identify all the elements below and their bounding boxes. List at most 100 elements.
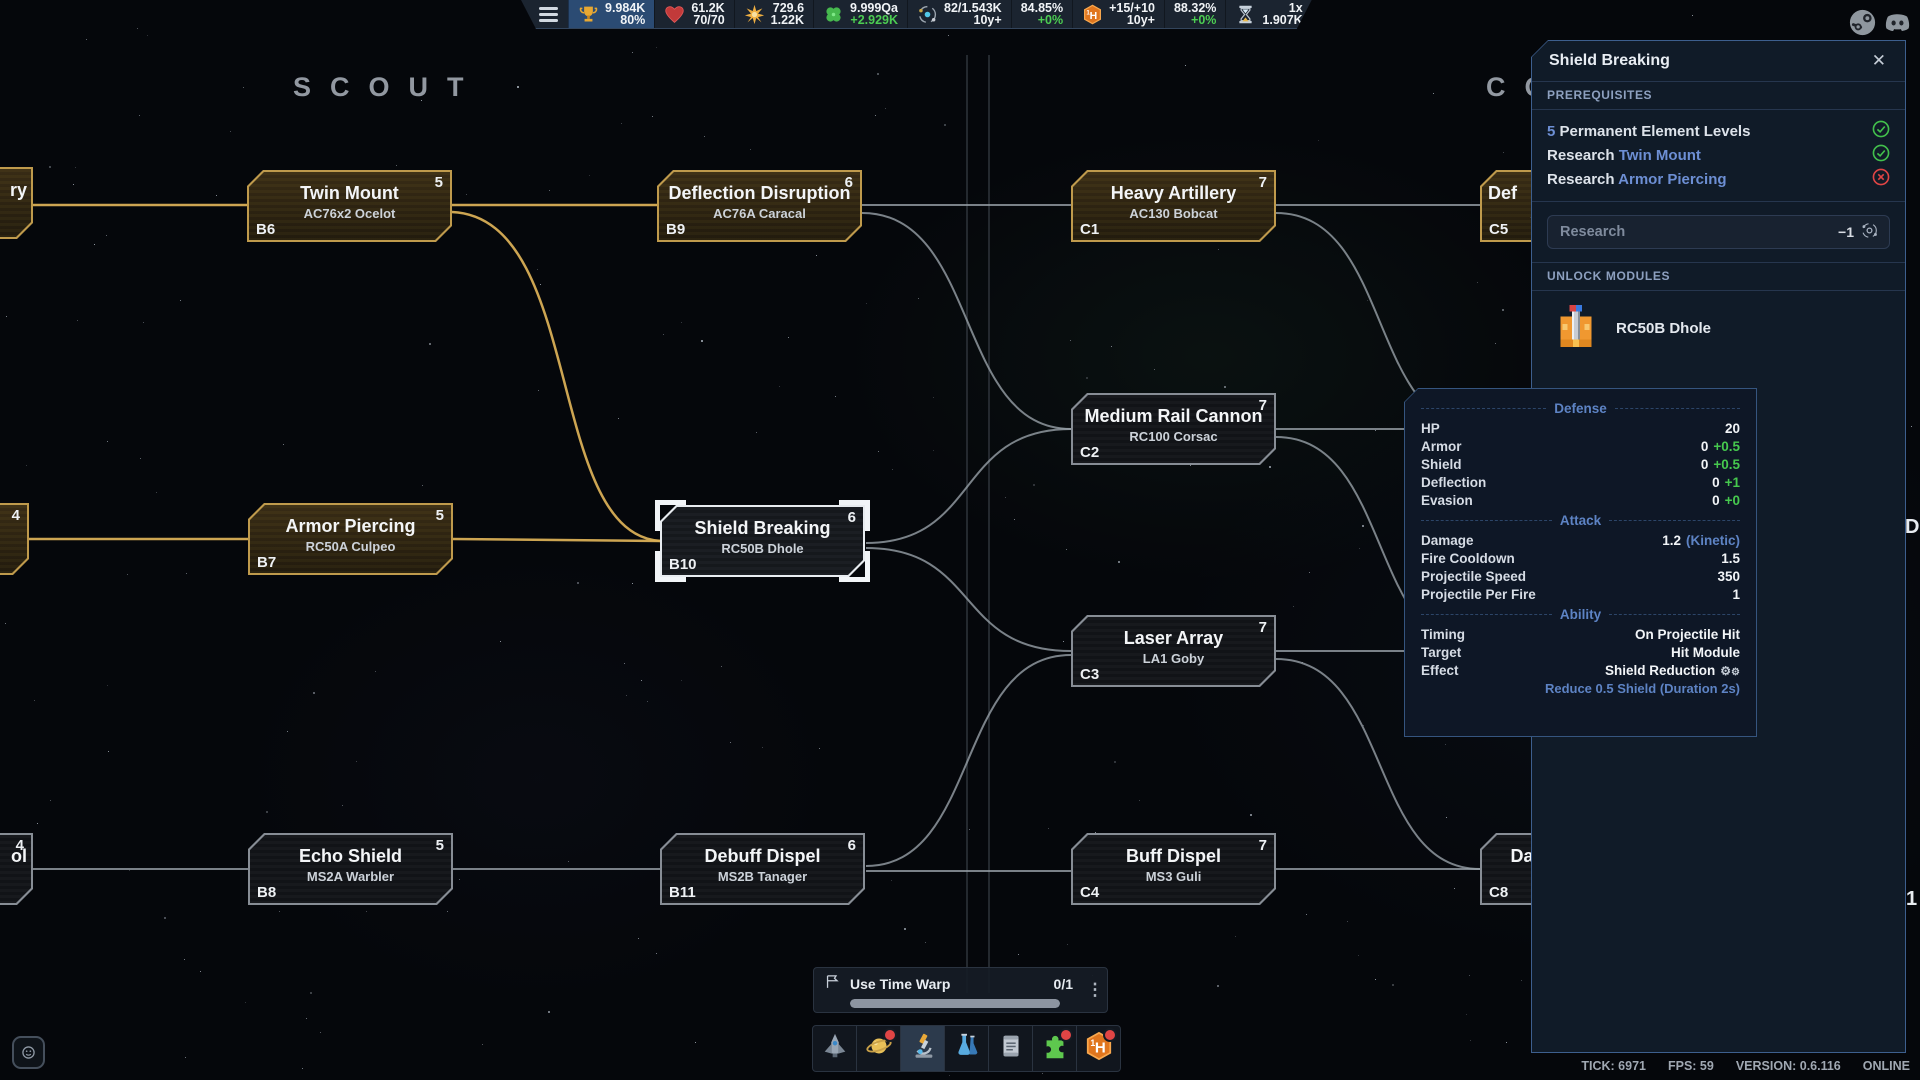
resource-stat-burst[interactable]: 729.61.22K [734, 0, 813, 28]
system-icons [1847, 7, 1913, 38]
stat-row: Deflection0+1 [1421, 473, 1740, 491]
trophy-icon [578, 4, 599, 25]
resource-stat-percent[interactable]: 88.32%+0% [1164, 0, 1225, 28]
use-time-warp-button[interactable]: Use Time Warp 0/1 [814, 968, 1083, 1012]
node-id: C5 [1489, 221, 1508, 238]
offscreen-node-fragment: 1 [1906, 888, 1917, 911]
tech-node-C2[interactable]: Medium Rail CannonRC100 Corsac7C2 [1071, 393, 1276, 465]
time-warp-bar: Use Time Warp 0/1 ⋮ [813, 967, 1108, 1013]
resource-stat-percent[interactable]: 84.85%+0% [1011, 0, 1072, 28]
node-title: Echo Shield [248, 846, 453, 867]
time-warp-progress [850, 999, 1060, 1008]
node-subtitle: MS2B Tanager [660, 869, 865, 884]
stat-sub: 80% [620, 14, 645, 27]
tech-node-B10[interactable]: Shield BreakingRC50B Dhole6B10 [660, 505, 865, 577]
tech-node-B6[interactable]: Twin MountAC76x2 Ocelot5B6 [247, 170, 452, 242]
resource-stat-orbit[interactable]: 82/1.543K10y+ [907, 0, 1011, 28]
status-bar: TICK: 6971 FPS: 59 VERSION: 0.6.116 ONLI… [1581, 1059, 1910, 1073]
tech-node-B8[interactable]: Echo ShieldMS2A Warbler5B8 [248, 833, 453, 905]
stat-row: Projectile Per Fire1 [1421, 585, 1740, 603]
tech-connection-gray [862, 213, 1071, 429]
online-status: ONLINE [1863, 1059, 1910, 1073]
toolbar-planet-button[interactable] [856, 1026, 900, 1071]
node-level: 7 [1259, 174, 1267, 191]
tech-node-C1[interactable]: Heavy ArtilleryAC130 Bobcat7C1 [1071, 170, 1276, 242]
node-id: C2 [1080, 444, 1099, 461]
node-subtitle: RC50A Culpeo [248, 539, 453, 554]
stat-row: HP20 [1421, 419, 1740, 437]
stat-sub: 10y+ [1127, 14, 1155, 27]
microscope-icon [908, 1031, 938, 1066]
node-id: C4 [1080, 884, 1099, 901]
node-subtitle: AC76x2 Ocelot [247, 206, 452, 221]
node-subtitle: MS3 Guli [1071, 869, 1276, 884]
tech-node-C3[interactable]: Laser ArrayLA1 Goby7C3 [1071, 615, 1276, 687]
steam-icon[interactable] [1847, 7, 1878, 38]
tech-node-fragment-14[interactable]: ry [0, 167, 33, 239]
node-level: 6 [848, 837, 856, 854]
scroll-icon [996, 1031, 1026, 1066]
toolbar-hexh-button[interactable]: H1 [1076, 1026, 1120, 1071]
research-button[interactable]: Research −1 [1547, 215, 1890, 249]
tech-node-B9[interactable]: Deflection DisruptionAC76A Caracal6B9 [657, 170, 862, 242]
resource-stat-trophy[interactable]: 9.984K80% [568, 0, 654, 28]
stat-row: Shield0+0.5 [1421, 455, 1740, 473]
module-icon [1556, 303, 1598, 354]
node-level: 5 [436, 837, 444, 854]
resource-stat-heart[interactable]: 61.2K70/70 [654, 0, 733, 28]
stat-sub: +0% [1038, 14, 1063, 27]
node-level: 7 [1259, 397, 1267, 414]
research-button-label: Research [1560, 224, 1625, 240]
orbit-icon [917, 4, 938, 25]
tech-node-fragment-16[interactable]: ol4 [0, 833, 33, 905]
tech-node-fragment-15[interactable]: 4 [0, 503, 29, 575]
prerequisite-link[interactable]: Twin Mount [1619, 147, 1701, 164]
node-title: Debuff Dispel [660, 846, 865, 867]
node-id: B6 [256, 221, 275, 238]
research-button-row: Research −1 [1532, 202, 1905, 263]
tooltip-section-header: Ability [1421, 603, 1740, 625]
kebab-menu-icon[interactable]: ⋮ [1083, 968, 1107, 1012]
resource-stat-clover[interactable]: 9.999Qa+2.929K [813, 0, 907, 28]
node-subtitle: MS2A Warbler [248, 869, 453, 884]
tech-node-B7[interactable]: Armor PiercingRC50A Culpeo5B7 [248, 503, 453, 575]
node-id: C3 [1080, 666, 1099, 683]
tech-node-C4[interactable]: Buff DispelMS3 Guli7C4 [1071, 833, 1276, 905]
node-title: Twin Mount [247, 183, 452, 204]
tech-node-B11[interactable]: Debuff Dispel MS2B Tanager 6 B11 [660, 833, 865, 905]
time-warp-count: 0/1 [1054, 976, 1079, 992]
hexh-icon: H1 [1082, 4, 1103, 25]
toolbar-ship-button[interactable] [813, 1026, 856, 1071]
check-circle-icon [1872, 144, 1890, 166]
node-title: Armor Piercing [248, 516, 453, 537]
stat-row: Projectile Speed350 [1421, 567, 1740, 585]
prerequisites-header: PREREQUISITES [1532, 82, 1905, 110]
node-title: ry [0, 180, 33, 201]
tech-connection-gold [453, 539, 661, 541]
discord-icon[interactable] [1882, 7, 1913, 38]
stat-sub: +2.929K [850, 14, 898, 27]
panel-header: Shield Breaking ✕ [1532, 41, 1905, 82]
feedback-button[interactable] [12, 1036, 45, 1069]
node-level: 7 [1259, 619, 1267, 636]
prerequisite-link[interactable]: Armor Piercing [1618, 171, 1726, 188]
node-id: B7 [257, 554, 276, 571]
module-row[interactable]: RC50B Dhole [1532, 291, 1905, 366]
toolbar-scroll-button[interactable] [988, 1026, 1032, 1071]
node-level: 4 [12, 507, 20, 524]
node-level: 4 [16, 837, 24, 854]
smiley-icon [18, 1042, 39, 1063]
toolbar-microscope-button[interactable] [900, 1026, 944, 1071]
node-id: C8 [1489, 884, 1508, 901]
resource-stat-hourglass[interactable]: 1x1.907K [1225, 0, 1311, 28]
node-subtitle: LA1 Goby [1071, 651, 1276, 666]
close-icon[interactable]: ✕ [1868, 49, 1890, 73]
unlock-modules-header: UNLOCK MODULES [1532, 263, 1905, 291]
node-subtitle: RC50B Dhole [660, 541, 865, 556]
toolbar-flasks-button[interactable] [944, 1026, 988, 1071]
node-id: B11 [669, 884, 696, 901]
node-title: Shield Breaking [660, 518, 865, 539]
toolbar-puzzle-button[interactable] [1032, 1026, 1076, 1071]
flasks-icon [952, 1031, 982, 1066]
resource-stat-hexh[interactable]: H1+15/+1010y+ [1072, 0, 1164, 28]
